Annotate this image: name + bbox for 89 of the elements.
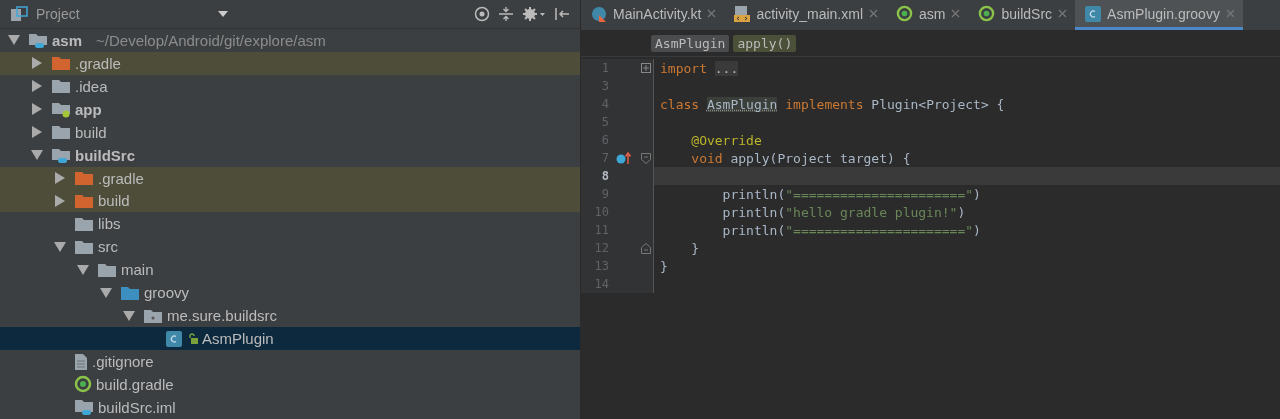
breadcrumb[interactable]: apply() bbox=[733, 34, 797, 52]
tree-row[interactable]: .gradle bbox=[0, 166, 580, 190]
tree-item-label: buildSrc.iml bbox=[98, 398, 176, 416]
project-view-icon bbox=[10, 5, 28, 22]
tree-item-label: build bbox=[98, 192, 130, 210]
collapse-arrow-icon[interactable] bbox=[54, 240, 66, 253]
lock-icon bbox=[188, 333, 198, 345]
editor-tab[interactable]: asm bbox=[886, 0, 969, 30]
folder-icon bbox=[97, 261, 117, 278]
tree-item-label: src bbox=[98, 238, 118, 256]
tree-item-label: main bbox=[121, 261, 154, 279]
file-icon bbox=[74, 352, 88, 371]
hide-panel-icon[interactable] bbox=[554, 5, 570, 22]
collapse-arrow-icon[interactable] bbox=[100, 286, 112, 299]
close-icon[interactable] bbox=[951, 9, 961, 18]
tree-item-label: build bbox=[75, 123, 107, 141]
module-folder-icon bbox=[51, 100, 71, 118]
tree-item-label: AsmPlugin bbox=[202, 330, 274, 348]
close-icon[interactable] bbox=[869, 9, 879, 18]
folder-icon bbox=[74, 215, 94, 232]
dropdown-caret-icon[interactable] bbox=[218, 10, 228, 17]
folder-icon bbox=[74, 238, 94, 255]
excluded-folder-icon bbox=[74, 192, 94, 209]
editor-tab[interactable]: activity_main.xml bbox=[724, 0, 887, 30]
editor-tab[interactable]: MainActivity.kt bbox=[581, 0, 725, 30]
expand-arrow-icon[interactable] bbox=[31, 80, 43, 93]
layout-file-icon bbox=[734, 4, 751, 23]
tree-row[interactable]: build bbox=[0, 189, 580, 213]
collapse-arrow-icon[interactable] bbox=[8, 34, 20, 47]
fold-end-icon[interactable] bbox=[641, 242, 651, 254]
class-icon bbox=[166, 330, 182, 347]
collapse-all-icon[interactable] bbox=[498, 5, 514, 22]
tree-item-label: .gradle bbox=[98, 169, 144, 187]
module-folder-icon bbox=[51, 146, 71, 164]
tree-item-label: me.sure.buildsrc bbox=[167, 307, 278, 325]
expand-arrow-icon[interactable] bbox=[31, 57, 43, 70]
gradle-icon bbox=[896, 5, 914, 22]
editor-tab[interactable]: AsmPlugin.groovy bbox=[1075, 0, 1243, 30]
excluded-folder-icon bbox=[51, 55, 71, 72]
code-line: println("hello gradle plugin!") bbox=[721, 204, 966, 220]
code-line: import ... bbox=[659, 60, 739, 76]
expand-arrow-icon[interactable] bbox=[54, 194, 66, 207]
tree-item-label: .gitignore bbox=[92, 353, 154, 371]
collapse-arrow-icon[interactable] bbox=[123, 309, 135, 322]
tree-row[interactable]: .gradle bbox=[0, 51, 580, 75]
gradle-icon bbox=[74, 375, 92, 394]
tree-item-label: build.gradle bbox=[96, 375, 174, 393]
module-file-icon bbox=[74, 398, 94, 417]
tree-item-label: .gradle bbox=[75, 54, 121, 72]
folder-icon bbox=[120, 284, 140, 301]
code-line: println("======================") bbox=[721, 186, 981, 202]
gradle-icon bbox=[978, 5, 996, 22]
module-path: ~/Develop/Android/git/explore/asm bbox=[96, 31, 326, 49]
tree-item-label: .idea bbox=[75, 77, 108, 95]
folder-icon bbox=[51, 124, 71, 141]
breadcrumb[interactable]: AsmPlugin bbox=[651, 34, 730, 52]
tree-item-label: groovy bbox=[144, 284, 190, 302]
code-line: } bbox=[659, 258, 668, 274]
expand-arrow-icon[interactable] bbox=[31, 103, 43, 116]
locate-icon[interactable] bbox=[474, 5, 490, 22]
code-line: @Override bbox=[690, 132, 762, 148]
tree-row[interactable]: AsmPlugin bbox=[0, 327, 580, 351]
module-folder-icon bbox=[28, 31, 48, 49]
folder-icon bbox=[51, 78, 71, 95]
collapse-arrow-icon[interactable] bbox=[31, 149, 43, 162]
tree-item-label: app bbox=[75, 100, 102, 118]
code-line: println("======================") bbox=[721, 222, 981, 238]
code-line: class AsmPlugin implements Plugin<Project> { bbox=[659, 96, 1005, 112]
fold-icon[interactable] bbox=[641, 152, 651, 164]
code-line: } bbox=[690, 240, 700, 256]
expand-arrow-icon[interactable] bbox=[31, 126, 43, 139]
editor-tab[interactable]: buildSrc bbox=[968, 0, 1076, 30]
tree-item-label: libs bbox=[98, 215, 121, 233]
tree-item-label: asm bbox=[52, 31, 83, 49]
folder-icon bbox=[143, 307, 163, 324]
panel-title: Project bbox=[36, 5, 80, 22]
fold-expand-icon[interactable] bbox=[641, 63, 651, 73]
close-icon[interactable] bbox=[1058, 9, 1068, 18]
class-icon bbox=[1085, 5, 1102, 22]
tree-item-label: buildSrc bbox=[75, 146, 135, 164]
excluded-folder-icon bbox=[74, 170, 94, 187]
override-marker-icon[interactable] bbox=[616, 151, 632, 165]
line-number: 8 bbox=[600, 169, 609, 183]
close-icon[interactable] bbox=[707, 9, 717, 18]
code-line: void apply(Project target) { bbox=[690, 150, 911, 166]
settings-icon[interactable] bbox=[522, 5, 546, 22]
expand-arrow-icon[interactable] bbox=[54, 172, 66, 185]
collapse-arrow-icon[interactable] bbox=[77, 263, 89, 276]
kotlin-file-icon bbox=[591, 5, 607, 22]
